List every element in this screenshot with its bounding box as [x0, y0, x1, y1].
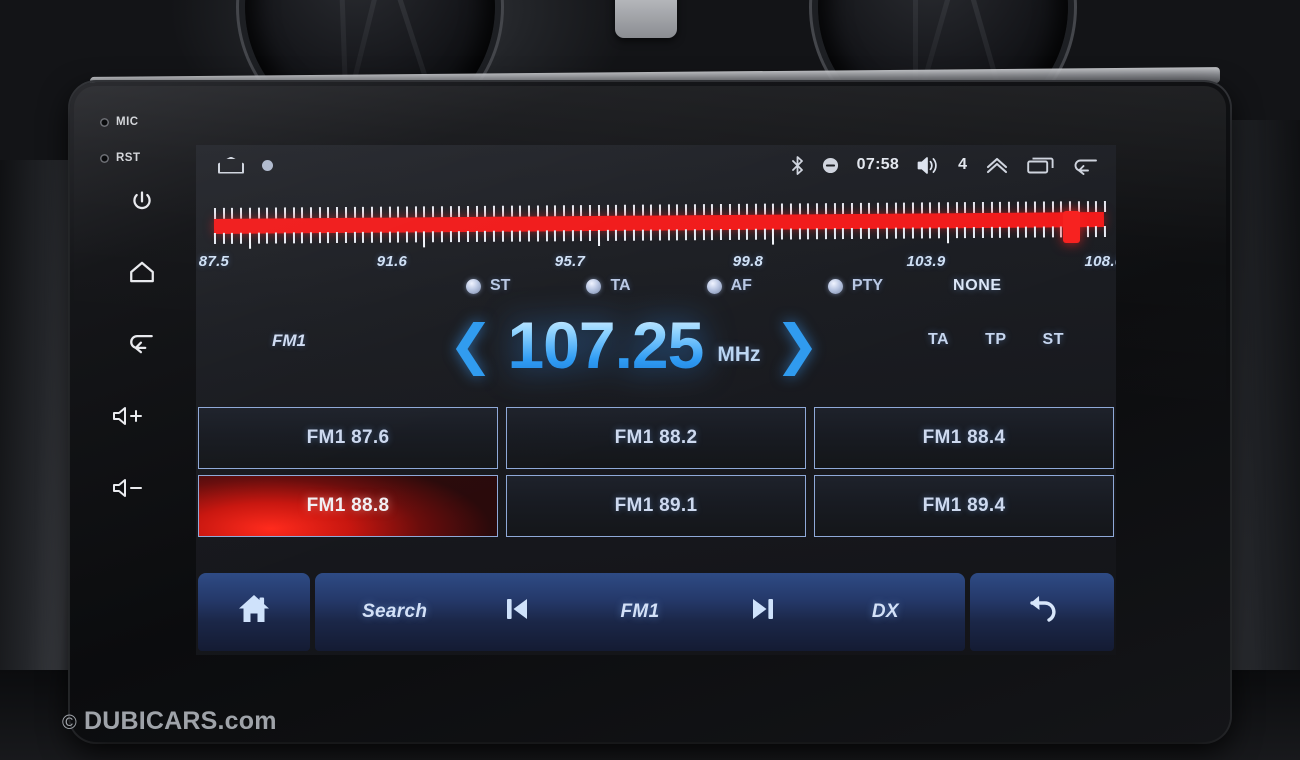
band-label: FM1	[272, 331, 306, 350]
preset-button[interactable]: FM1 88.4	[814, 407, 1114, 469]
frequency-value: 107.25	[507, 308, 704, 382]
preset-label: FM1 89.4	[922, 495, 1006, 516]
band-button[interactable]: FM1	[560, 601, 719, 623]
rds-indicator-af[interactable]: AF	[706, 277, 752, 295]
tuning-cursor[interactable]	[1063, 211, 1081, 243]
reset-icon[interactable]	[100, 153, 109, 163]
volume-down-icon	[111, 476, 145, 500]
preset-label: FM1 89.1	[614, 495, 698, 516]
volume-up-icon	[111, 404, 145, 428]
back-arrow-icon[interactable]	[1072, 156, 1098, 175]
volume-down-key[interactable]	[108, 468, 148, 508]
mic-pinhole-row: MIC	[100, 116, 192, 128]
preset-button[interactable]: FM1 89.1	[506, 475, 806, 537]
rds-indicator-label: TA	[610, 277, 631, 294]
watermark-text: DUBICARS.com	[83, 707, 277, 735]
scale-label: 87.5	[198, 253, 230, 270]
frequency-tuner: ❮ 107.25 MHz ❯	[434, 305, 834, 385]
indicator-led-icon	[466, 278, 481, 294]
pty-value: NONE	[953, 277, 1002, 294]
indicator-led-icon	[827, 278, 843, 294]
preset-label: FM1 88.8	[306, 495, 390, 516]
preset-button[interactable]: FM1 87.6	[198, 407, 498, 469]
dx-button[interactable]: DX	[806, 601, 965, 623]
frequency-unit: MHz	[717, 343, 761, 366]
power-key[interactable]	[122, 182, 162, 222]
rds-indicator-label: ST	[490, 277, 511, 294]
search-button[interactable]: Search	[315, 601, 474, 623]
home-icon[interactable]	[218, 156, 244, 174]
skip-next-icon	[747, 594, 779, 630]
flag-ta: TA	[927, 331, 950, 348]
back-icon	[128, 329, 156, 355]
reset-label: RST	[116, 152, 141, 164]
rds-indicator-label: PTY	[851, 277, 884, 294]
preset-label: FM1 87.6	[306, 427, 390, 448]
volume-level: 4	[958, 156, 967, 173]
rds-flags: TA TP ST	[928, 331, 1064, 349]
home-icon	[128, 259, 156, 285]
rds-indicator-row: ST TA AF PTY NONE	[466, 273, 1086, 299]
mic-label: MIC	[116, 116, 139, 128]
android-status-bar: 07:58 4	[196, 145, 1116, 185]
touchscreen-display[interactable]: 07:58 4 87.5 91.6 95.7 99.8 103.9 108. S…	[196, 145, 1116, 655]
rds-indicator-label: AF	[730, 277, 752, 294]
preset-button[interactable]: FM1 88.2	[506, 407, 806, 469]
next-button[interactable]	[720, 594, 806, 630]
preset-button[interactable]: FM1 88.8	[198, 475, 498, 537]
frequency-scale[interactable]	[213, 197, 1107, 255]
rds-indicator-ta[interactable]: TA	[586, 277, 631, 295]
flag-tp: TP	[985, 331, 1007, 348]
volume-icon[interactable]	[917, 156, 940, 175]
copyright-symbol: ©	[62, 712, 77, 734]
home-key[interactable]	[122, 252, 162, 292]
previous-button[interactable]	[474, 594, 560, 630]
radio-controls-group: Search FM1 DX	[315, 573, 965, 651]
scale-label: 91.6	[376, 253, 408, 270]
hardkey-bezel: MIC RST	[100, 110, 192, 670]
dot-icon[interactable]	[262, 159, 273, 171]
hazard-light-button[interactable]	[615, 0, 677, 38]
flag-st: ST	[1042, 331, 1064, 348]
scale-label: 99.8	[732, 253, 764, 270]
clock: 07:58	[856, 156, 900, 173]
scale-label: 95.7	[554, 253, 586, 270]
bottom-toolbar: Search FM1 DX	[196, 573, 1116, 651]
chevron-up-icon[interactable]	[985, 156, 1009, 174]
home-icon	[235, 592, 273, 632]
indicator-led-icon	[586, 278, 602, 294]
scale-label: 108.0	[1084, 253, 1116, 270]
skip-previous-icon	[501, 594, 533, 630]
home-button[interactable]	[198, 573, 310, 651]
rds-indicator-st[interactable]: ST	[466, 277, 510, 295]
do-not-disturb-icon	[822, 157, 839, 174]
power-icon	[129, 189, 155, 215]
preset-label: FM1 88.4	[922, 427, 1006, 448]
preset-button[interactable]: FM1 89.4	[814, 475, 1114, 537]
bluetooth-icon	[791, 155, 804, 175]
reset-pinhole-row[interactable]: RST	[100, 152, 192, 164]
scale-label: 103.9	[906, 253, 946, 270]
rds-indicator-pty[interactable]: PTY	[827, 277, 884, 295]
volume-up-key[interactable]	[108, 396, 148, 436]
chevron-left-icon[interactable]: ❮	[448, 318, 493, 372]
back-key[interactable]	[122, 322, 162, 362]
return-arrow-icon	[1019, 590, 1065, 634]
preset-label: FM1 88.2	[614, 427, 698, 448]
recent-apps-icon[interactable]	[1027, 156, 1054, 175]
chevron-right-icon[interactable]: ❯	[775, 318, 820, 372]
watermark: © DUBICARS.com	[62, 707, 277, 736]
scale-tick-labels: 87.5 91.6 95.7 99.8 103.9 108.0	[199, 253, 1116, 275]
indicator-led-icon	[706, 278, 722, 294]
mic-icon	[100, 117, 109, 127]
return-button[interactable]	[970, 573, 1114, 651]
frequency-display-row: FM1 ❮ 107.25 MHz ❯ TA TP ST	[196, 305, 1116, 385]
preset-grid: FM1 87.6 FM1 88.2 FM1 88.4 FM1 88.8 FM1 89.1…	[196, 407, 1116, 537]
screenshot-root: MIC RST 07:58 4 87.5 91.6 95.7 99.8 103.…	[0, 0, 1300, 760]
